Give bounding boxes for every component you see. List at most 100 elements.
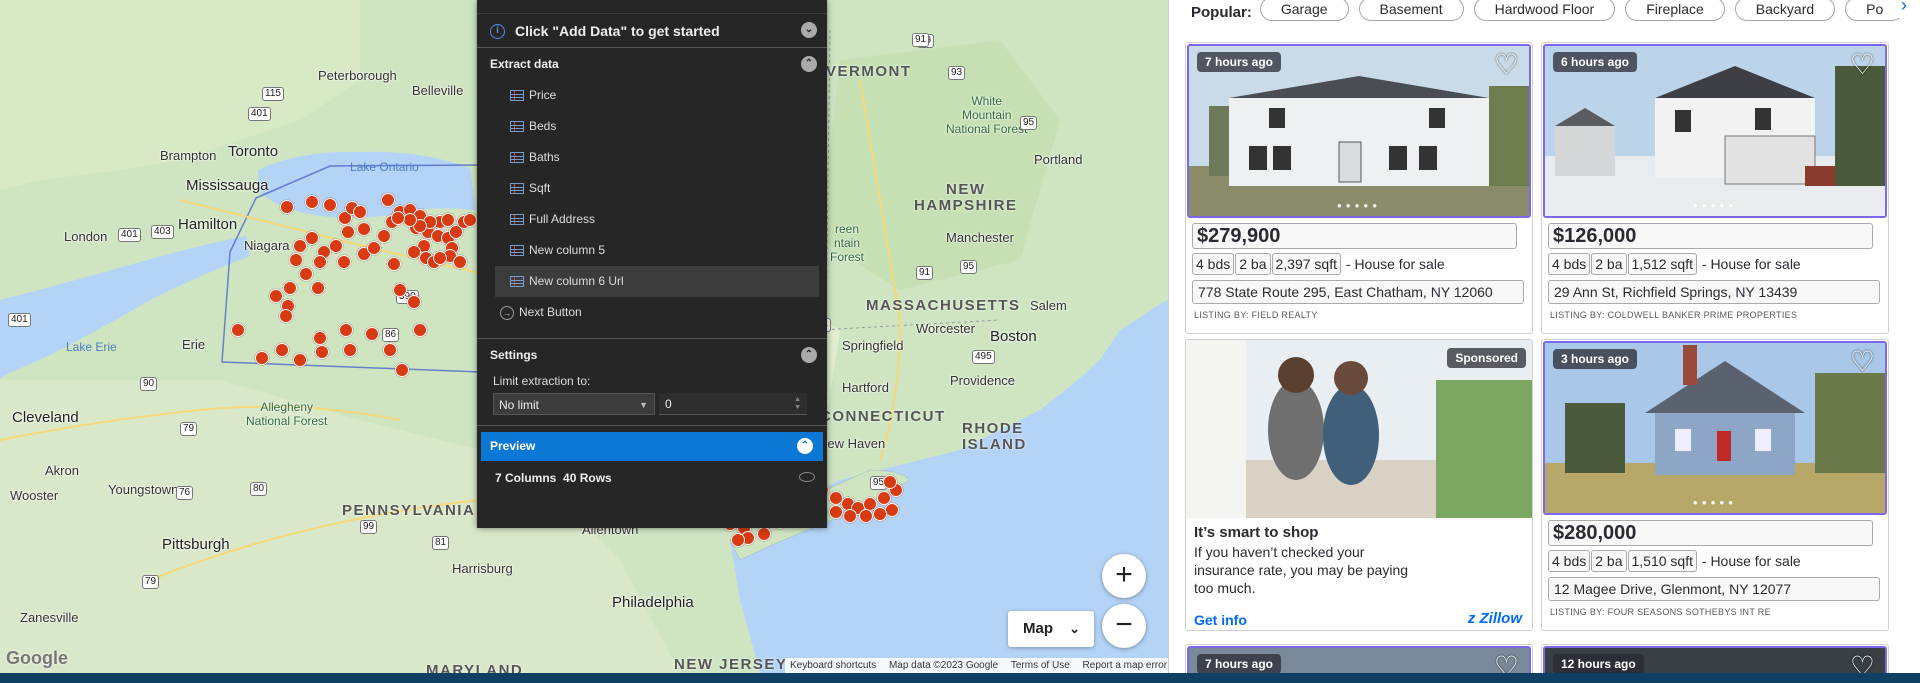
listing-pin[interactable]: [313, 255, 327, 269]
limit-number-input[interactable]: 0 ▲ ▼: [659, 393, 807, 415]
settings-header[interactable]: Settings ⌃: [477, 339, 827, 371]
listing-photo[interactable]: 3 hours ago ♡ ●●●●●: [1543, 341, 1887, 515]
map-view[interactable]: Peterborough Belleville Brampton Toronto Mis…: [0, 0, 1168, 673]
listing-pin[interactable]: [353, 205, 367, 219]
terms-link[interactable]: Terms of Use: [1011, 660, 1070, 671]
info-banner[interactable]: i Click "Add Data" to get started ⌄: [477, 14, 827, 48]
listing-pin[interactable]: [323, 198, 337, 212]
chip-backyard[interactable]: Backyard: [1734, 0, 1836, 21]
field-item[interactable]: Price: [477, 80, 827, 111]
chip-basement[interactable]: Basement: [1358, 0, 1464, 21]
listing-pin[interactable]: [453, 255, 467, 269]
listing-pin[interactable]: [365, 327, 379, 341]
chevron-up-icon[interactable]: ⌃: [801, 347, 817, 363]
field-item[interactable]: Full Address: [477, 204, 827, 235]
listing-pin[interactable]: [381, 193, 395, 207]
chip-garage[interactable]: Garage: [1259, 0, 1349, 21]
listing-pin[interactable]: [377, 229, 391, 243]
ad-get-info-link[interactable]: Get info: [1194, 612, 1247, 628]
listing-pin[interactable]: [843, 509, 857, 523]
eye-icon[interactable]: [799, 472, 815, 482]
listing-pin[interactable]: [311, 281, 325, 295]
listing-pin[interactable]: [731, 533, 745, 547]
listing-pin[interactable]: [280, 200, 294, 214]
listing-pin[interactable]: [255, 351, 269, 365]
field-item[interactable]: Sqft: [477, 173, 827, 204]
listing-photo[interactable]: 7 hours ago ♡ ●●●●●: [1187, 44, 1531, 218]
heart-icon[interactable]: ♡: [1494, 51, 1519, 79]
heart-icon[interactable]: ♡: [1850, 653, 1875, 674]
listing-pin[interactable]: [859, 509, 873, 523]
chevron-down-icon[interactable]: ⌄: [801, 22, 817, 38]
listing-photo[interactable]: 12 hours ago ♡: [1543, 646, 1887, 673]
listing-pin[interactable]: [393, 283, 407, 297]
field-item[interactable]: Beds: [477, 111, 827, 142]
listing-pin[interactable]: [357, 222, 371, 236]
listing-pin[interactable]: [403, 213, 417, 227]
limit-dropdown[interactable]: No limit ▼: [493, 393, 655, 415]
chevron-right-icon[interactable]: ›: [1890, 0, 1918, 18]
listing-pin[interactable]: [279, 309, 293, 323]
listing-photo[interactable]: 7 hours ago ♡: [1187, 646, 1531, 673]
listing-pin[interactable]: [383, 343, 397, 357]
listing-pin[interactable]: [329, 239, 343, 253]
heart-icon[interactable]: ♡: [1850, 51, 1875, 79]
listing-photo[interactable]: 6 hours ago ♡ ●●●●●: [1543, 44, 1887, 218]
listing-card[interactable]: 6 hours ago ♡ ●●●●● $126,000 4 bds 2 ba 1,…: [1541, 42, 1889, 334]
listing-pin[interactable]: [367, 241, 381, 255]
chip-fireplace[interactable]: Fireplace: [1625, 0, 1725, 21]
listing-card[interactable]: 12 hours ago ♡: [1541, 644, 1889, 673]
listing-pin[interactable]: [387, 257, 401, 271]
listing-pin[interactable]: [339, 323, 353, 337]
listing-card[interactable]: 3 hours ago ♡ ●●●●● $280,000 4 bds 2 ba 1,…: [1541, 339, 1889, 631]
listing-pin[interactable]: [413, 323, 427, 337]
listing-pin[interactable]: [395, 363, 409, 377]
listing-pin[interactable]: [433, 251, 447, 265]
keyboard-shortcuts-link[interactable]: Keyboard shortcuts: [790, 660, 876, 671]
listing-pin[interactable]: [269, 289, 283, 303]
heart-icon[interactable]: ♡: [1850, 348, 1875, 376]
next-button-field[interactable]: → Next Button: [477, 297, 827, 328]
field-item[interactable]: Baths: [477, 142, 827, 173]
listing-pin[interactable]: [293, 353, 307, 367]
listing-pin[interactable]: [341, 225, 355, 239]
field-item[interactable]: New column 5: [477, 235, 827, 266]
preview-header[interactable]: Preview ⌃: [481, 432, 823, 461]
listing-address[interactable]: 12 Magee Drive, Glenmont, NY 12077: [1548, 577, 1880, 601]
listing-pin[interactable]: [885, 503, 899, 517]
listing-pin[interactable]: [283, 281, 297, 295]
listing-pin[interactable]: [757, 527, 771, 541]
chip-hardwood-floor[interactable]: Hardwood Floor: [1473, 0, 1616, 21]
listing-pin[interactable]: [463, 213, 477, 227]
listing-pin[interactable]: [313, 331, 327, 345]
listing-pin[interactable]: [441, 213, 455, 227]
listing-address[interactable]: 778 State Route 295, East Chatham, NY 12…: [1192, 280, 1524, 304]
listing-pin[interactable]: [343, 343, 357, 357]
listing-pin[interactable]: [829, 505, 843, 519]
heart-icon[interactable]: ♡: [1494, 653, 1519, 674]
listing-pin[interactable]: [391, 211, 405, 225]
sponsored-card[interactable]: Sponsored It’s smart to shop If you have…: [1185, 339, 1533, 631]
listing-pin[interactable]: [305, 231, 319, 245]
map-type-dropdown[interactable]: Map ⌄: [1008, 611, 1094, 647]
zoom-out-button[interactable]: −: [1102, 604, 1146, 648]
listing-pin[interactable]: [407, 295, 421, 309]
listing-pin[interactable]: [883, 475, 897, 489]
ad-photo[interactable]: Sponsored: [1186, 340, 1532, 518]
extract-header[interactable]: Extract data ⌃: [477, 48, 827, 80]
listing-pin[interactable]: [231, 323, 245, 337]
listing-card[interactable]: 7 hours ago ♡ ●●●●● $279,900 4 bds 2 ba 2,…: [1185, 42, 1533, 334]
listing-pin[interactable]: [873, 507, 887, 521]
listing-address[interactable]: 29 Ann St, Richfield Springs, NY 13439: [1548, 280, 1880, 304]
spinner-icon[interactable]: ▲ ▼: [794, 396, 801, 412]
listing-pin[interactable]: [337, 255, 351, 269]
listing-pin[interactable]: [299, 267, 313, 281]
listing-pin[interactable]: [305, 195, 319, 209]
chevron-up-icon[interactable]: ⌃: [801, 56, 817, 72]
listing-card[interactable]: 7 hours ago ♡: [1185, 644, 1533, 673]
listing-pin[interactable]: [315, 345, 329, 359]
listing-pin[interactable]: [275, 343, 289, 357]
report-error-link[interactable]: Report a map error: [1083, 660, 1167, 671]
field-item[interactable]: New column 6 Url: [495, 266, 819, 297]
zoom-in-button[interactable]: +: [1102, 554, 1146, 598]
